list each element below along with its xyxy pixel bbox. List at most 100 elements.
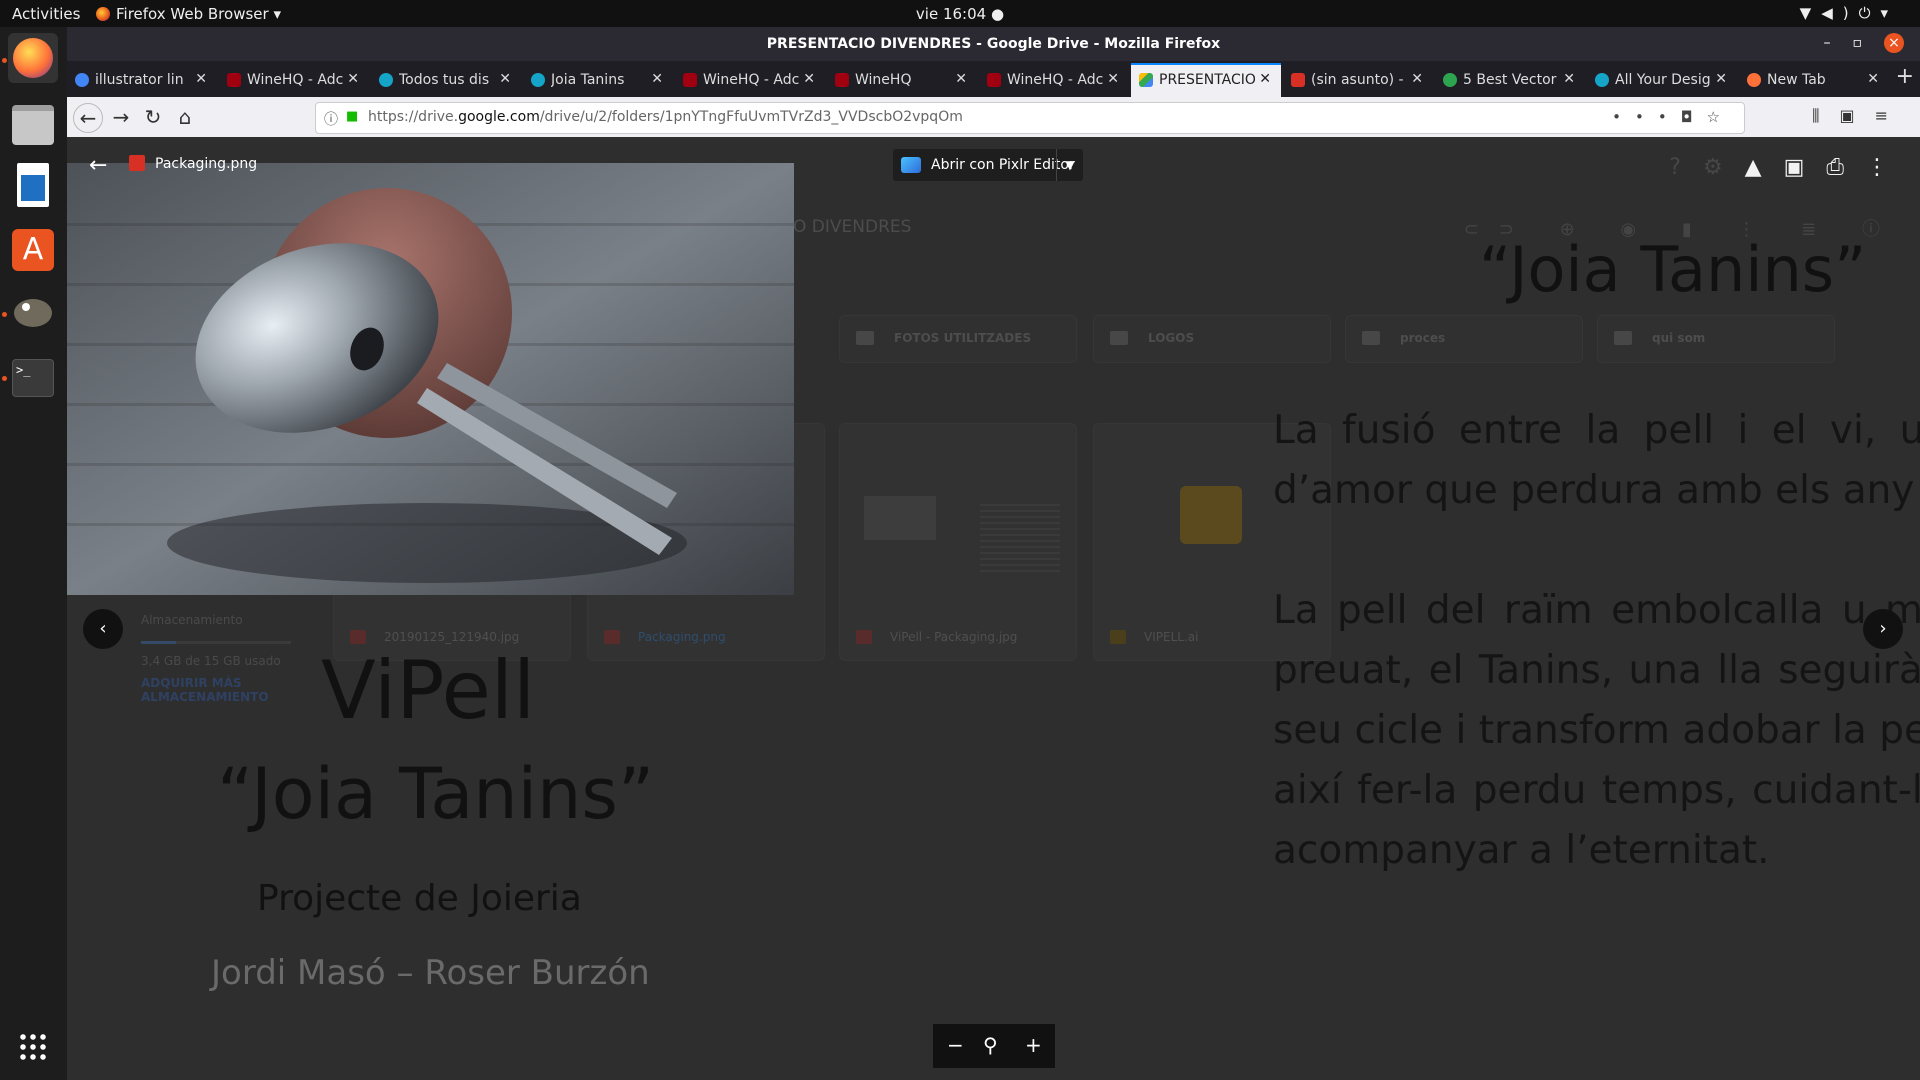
- folder-icon: [1614, 331, 1632, 345]
- folder-card[interactable]: qui som: [1597, 315, 1835, 363]
- tab-label: Todos tus dis: [399, 72, 490, 88]
- viewer-file-title: Packaging.png: [129, 155, 257, 172]
- storage-used: 3,4 GB de 15 GB usado: [141, 654, 281, 668]
- writer-dock-icon[interactable]: [8, 161, 58, 211]
- image-file-icon: [350, 630, 366, 644]
- close-tab-icon[interactable]: ✕: [1563, 71, 1575, 87]
- tab-2[interactable]: Todos tus dis ✕: [371, 65, 521, 95]
- close-tab-icon[interactable]: ✕: [955, 71, 967, 87]
- system-menu[interactable]: ▼◀)⏻▾: [1800, 4, 1898, 22]
- tab-1[interactable]: WineHQ - Adc ✕: [219, 65, 369, 95]
- close-icon[interactable]: ×: [1884, 33, 1904, 53]
- file-card[interactable]: ViPell - Packaging.jpg: [839, 423, 1077, 661]
- viewer-back-icon[interactable]: ←: [89, 153, 107, 178]
- zoom-out-icon[interactable]: −: [947, 1033, 964, 1057]
- file-name: Packaging.png: [638, 630, 726, 644]
- back-icon[interactable]: ←: [73, 103, 103, 133]
- clock[interactable]: vie 16:04 ●: [0, 5, 1920, 23]
- settings-gear-icon[interactable]: ⚙: [1703, 155, 1745, 180]
- reload-icon[interactable]: ↻: [139, 103, 167, 131]
- sidebar-icon[interactable]: ▣: [1839, 106, 1874, 125]
- tab-favicon: [835, 73, 849, 87]
- zoom-in-icon[interactable]: +: [1025, 1033, 1042, 1057]
- gmail-favicon-icon: [1291, 73, 1305, 87]
- home-icon[interactable]: ⌂: [171, 103, 199, 131]
- show-apps-icon[interactable]: [8, 1022, 58, 1072]
- tab-label: illustrator lin: [95, 72, 184, 88]
- tab-10[interactable]: All Your Desig ✕: [1587, 65, 1737, 95]
- forward-icon[interactable]: →: [107, 103, 135, 131]
- folder-card[interactable]: LOGOS: [1093, 315, 1331, 363]
- terminal-dock-icon[interactable]: >_: [8, 353, 58, 403]
- tab-favicon: [987, 73, 1001, 87]
- clock-label: vie 16:04: [915, 5, 987, 23]
- tab-label: WineHQ - Adc: [703, 72, 799, 88]
- lock-icon: ■: [346, 109, 359, 124]
- hamburger-menu-icon[interactable]: ≡: [1875, 106, 1908, 125]
- firefox-dock-icon[interactable]: [8, 33, 58, 83]
- close-tab-icon[interactable]: ✕: [651, 71, 663, 87]
- folder-label: FOTOS UTILITZADES: [894, 331, 1032, 345]
- file-name: 20190125_121940.jpg: [384, 630, 520, 644]
- add-comment-icon[interactable]: ▣: [1784, 155, 1827, 180]
- slide-brand: ViPell: [321, 644, 536, 737]
- tab-favicon: [1443, 73, 1457, 87]
- page-actions-icon[interactable]: •••: [1612, 108, 1681, 126]
- tab-6[interactable]: WineHQ - Adc ✕: [979, 65, 1129, 95]
- tab-5[interactable]: WineHQ ✕: [827, 65, 977, 95]
- help-icon[interactable]: ?: [1669, 155, 1703, 180]
- tab-7-active[interactable]: PRESENTACIO ✕: [1131, 63, 1281, 97]
- close-tab-icon[interactable]: ✕: [347, 71, 359, 87]
- zoom-icon[interactable]: ⚲: [983, 1033, 998, 1057]
- slide-right-title: “Joia Tanins”: [1479, 233, 1867, 306]
- previous-file-icon[interactable]: ‹: [83, 609, 123, 649]
- image-file-icon: [604, 630, 620, 644]
- pocket-icon[interactable]: ◘: [1681, 108, 1707, 126]
- close-tab-icon[interactable]: ✕: [1107, 71, 1119, 87]
- tab-favicon: [1595, 73, 1609, 87]
- open-with-dropdown-icon[interactable]: ▼: [1056, 149, 1083, 181]
- tab-0[interactable]: illustrator lin ✕: [67, 65, 217, 95]
- tab-4[interactable]: WineHQ - Adc ✕: [675, 65, 825, 95]
- new-tab-icon[interactable]: +: [1896, 64, 1914, 89]
- storage-bar-fill: [141, 641, 176, 644]
- print-icon[interactable]: ⎙: [1826, 155, 1866, 180]
- close-tab-icon[interactable]: ✕: [195, 71, 207, 87]
- firefox-favicon-icon: [1747, 73, 1761, 87]
- gimp-dock-icon[interactable]: [8, 289, 58, 339]
- folder-card[interactable]: proces: [1345, 315, 1583, 363]
- tab-9[interactable]: 5 Best Vector ✕: [1435, 65, 1585, 95]
- close-tab-icon[interactable]: ✕: [499, 71, 511, 87]
- wifi-icon: ▼: [1799, 4, 1822, 22]
- folder-card[interactable]: FOTOS UTILITZADES: [839, 315, 1077, 363]
- tab-11[interactable]: New Tab ✕: [1739, 65, 1889, 95]
- tab-8[interactable]: (sin asunto) - ✕: [1283, 65, 1433, 95]
- minimize-icon[interactable]: –: [1824, 35, 1853, 51]
- tab-label: WineHQ: [855, 72, 912, 88]
- close-tab-icon[interactable]: ✕: [1867, 71, 1879, 87]
- tab-3[interactable]: Joia Tanins ✕: [523, 65, 673, 95]
- close-tab-icon[interactable]: ✕: [1715, 71, 1727, 87]
- site-info-icon[interactable]: ⓘ: [324, 109, 338, 129]
- close-tab-icon[interactable]: ✕: [803, 71, 815, 87]
- add-to-drive-icon[interactable]: ▲: [1745, 155, 1784, 180]
- open-with-button[interactable]: Abrir con Pixlr Editor ▼: [893, 149, 1083, 181]
- software-center-dock-icon[interactable]: A: [8, 225, 58, 275]
- close-tab-icon[interactable]: ✕: [1259, 71, 1271, 87]
- power-icon: ⏻: [1858, 4, 1881, 22]
- maximize-icon[interactable]: ▫: [1853, 35, 1885, 51]
- files-dock-icon[interactable]: [8, 97, 58, 147]
- storage-label: Almacenamiento: [141, 613, 243, 627]
- buy-storage-link[interactable]: ADQUIRIR MÁS ALMACENAMIENTO: [141, 676, 269, 704]
- image-preview: [67, 163, 794, 595]
- library-icon[interactable]: ⫼: [1812, 106, 1839, 125]
- url-bar[interactable]: ⓘ ■ https://drive.google.com/drive/u/2/f…: [315, 102, 1745, 134]
- more-actions-icon[interactable]: ⋮: [1866, 155, 1910, 180]
- tab-favicon: [75, 73, 89, 87]
- bookmark-star-icon[interactable]: ☆: [1707, 108, 1734, 126]
- image-file-icon: [129, 155, 145, 171]
- next-file-icon[interactable]: ›: [1863, 609, 1903, 649]
- folder-label: qui som: [1652, 331, 1706, 345]
- folder-icon: [1110, 331, 1128, 345]
- close-tab-icon[interactable]: ✕: [1411, 71, 1423, 87]
